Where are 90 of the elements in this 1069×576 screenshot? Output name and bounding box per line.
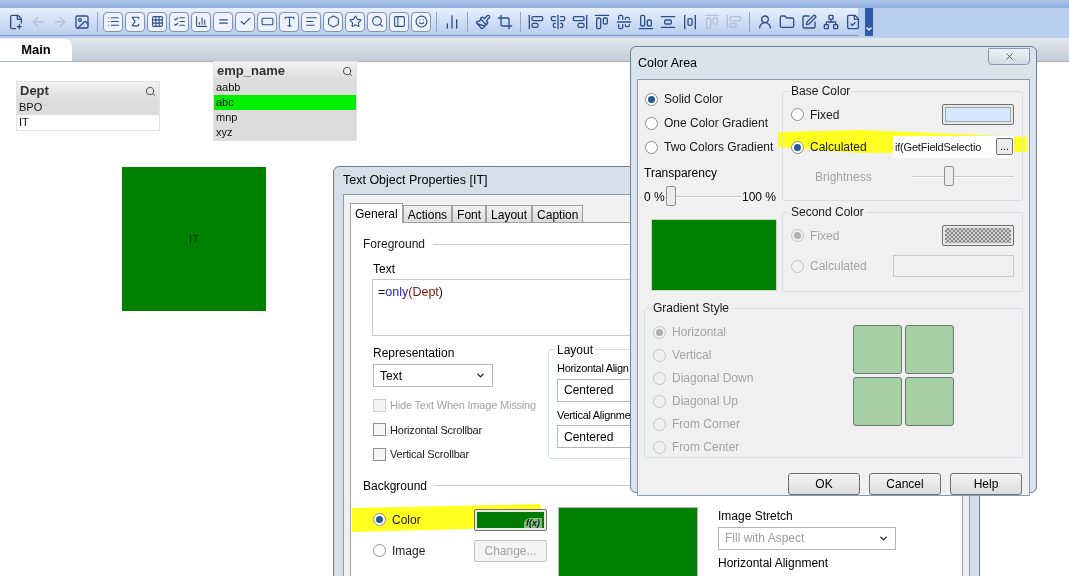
checklist-icon[interactable] — [169, 11, 189, 32]
list-box-title: Dept — [20, 82, 49, 101]
radio-button[interactable] — [645, 116, 658, 130]
radio-button[interactable] — [791, 108, 804, 121]
table-icon[interactable] — [147, 11, 167, 32]
radio-button[interactable] — [645, 140, 658, 154]
field-label: Horizontal Align — [557, 361, 629, 376]
field-label: Horizontal Alignment — [718, 554, 829, 572]
radio-label: Vertical — [672, 347, 712, 364]
radio-label: Two Colors Gradient — [664, 139, 774, 156]
expression-text: if(GetFieldSelectio — [895, 139, 982, 155]
expression-input[interactable] — [893, 255, 1014, 277]
slider-max-label: 100 % — [741, 189, 776, 206]
group-title: Gradient Style — [651, 300, 732, 316]
radio-button[interactable] — [373, 544, 386, 557]
radio-label: From Corner — [672, 416, 740, 433]
sigma-icon[interactable] — [125, 11, 145, 32]
checkbox-label: Horizontal Scrollbar — [390, 422, 482, 438]
color-button[interactable]: f(x) — [474, 508, 547, 531]
checkbox-label: Hide Text When Image Missing — [390, 398, 536, 413]
field-label: Vertical Alignme — [557, 407, 631, 423]
field-label: Image Stretch — [718, 507, 793, 525]
close-icon — [1003, 51, 1015, 62]
tab[interactable]: Layout — [486, 205, 533, 223]
slider-thumb[interactable] — [944, 166, 955, 186]
field-label: Transparency — [644, 165, 717, 182]
radio-label: One Color Gradient — [664, 115, 769, 132]
smiley-icon[interactable] — [411, 11, 431, 32]
radio-label: Calculated — [810, 258, 867, 275]
section-heading: Foreground — [363, 236, 426, 253]
check-icon[interactable] — [235, 11, 255, 32]
overflow-button[interactable] — [865, 7, 873, 36]
list-item[interactable]: abc — [214, 95, 356, 110]
radio-label: Diagonal Down — [672, 370, 754, 387]
tab[interactable]: Caption — [532, 205, 584, 223]
bar-chart-icon[interactable] — [191, 11, 211, 32]
rectangle-icon[interactable] — [257, 11, 277, 32]
transparency-slider[interactable] — [665, 186, 741, 208]
radio-label: Calculated — [810, 139, 867, 156]
radio-button[interactable] — [645, 92, 658, 106]
representation-dropdown[interactable]: Text — [373, 364, 493, 387]
text-icon[interactable] — [279, 11, 299, 32]
window-title: Text Object Properties [IT] — [343, 172, 488, 190]
tab[interactable]: Actions — [402, 205, 453, 223]
radio-label: Diagonal Up — [672, 393, 739, 410]
search-icon — [145, 85, 156, 97]
radio-label: Image — [392, 542, 426, 560]
window-title: Color Area — [638, 54, 698, 72]
radio-label: From Center — [672, 439, 740, 456]
list-item[interactable]: BPO — [17, 100, 159, 115]
formula-badge: f(x) — [524, 517, 542, 528]
field-label: Text — [373, 261, 395, 278]
section-heading: Background — [363, 477, 428, 495]
pattern-swatch-button[interactable] — [942, 225, 1014, 246]
radio-label: Solid Color — [664, 91, 723, 108]
list-icon[interactable] — [103, 11, 123, 32]
dialog-button[interactable]: OK — [788, 473, 860, 495]
dialog-button[interactable]: Help — [950, 473, 1022, 495]
radio-label: Fixed — [810, 227, 840, 245]
list-item[interactable]: mnp — [214, 110, 356, 125]
expression-input[interactable]: if(GetFieldSelectio ... — [893, 136, 1014, 158]
field-label: Representation — [373, 345, 455, 362]
tab[interactable]: Font — [452, 205, 487, 223]
slider-thumb[interactable] — [665, 186, 676, 206]
lines-icon[interactable] — [301, 11, 321, 32]
field-label: Brightness — [815, 169, 872, 186]
caret-icon — [475, 370, 486, 381]
checkbox[interactable] — [373, 447, 386, 461]
brightness-slider[interactable] — [912, 166, 1014, 188]
color-swatch-button[interactable] — [942, 104, 1014, 125]
tab[interactable]: General — [350, 203, 403, 223]
list-item[interactable]: xyz — [214, 125, 356, 140]
list-box-title: emp_name — [217, 62, 285, 81]
search-icon[interactable] — [367, 11, 387, 32]
sheet-tab[interactable]: Main — [0, 39, 72, 61]
search-icon — [342, 65, 353, 77]
browse-button[interactable]: ... — [996, 138, 1013, 155]
dialog-button[interactable]: Cancel — [869, 473, 941, 495]
slider-min-label: 0 % — [644, 189, 665, 206]
equals-icon[interactable] — [213, 11, 233, 32]
expression-text: =only(Dept) — [378, 285, 443, 299]
text-object: IT — [122, 167, 266, 311]
checkbox-label: Vertical Scrollbar — [390, 447, 469, 462]
radio-label: Horizontal — [672, 324, 727, 341]
panel-icon[interactable] — [389, 11, 409, 32]
radio-label: Fixed — [810, 106, 840, 124]
close-button[interactable] — [988, 48, 1030, 65]
radio-label: Color — [392, 511, 421, 529]
list-item[interactable]: aabb — [214, 80, 356, 95]
checkbox[interactable] — [373, 423, 386, 437]
